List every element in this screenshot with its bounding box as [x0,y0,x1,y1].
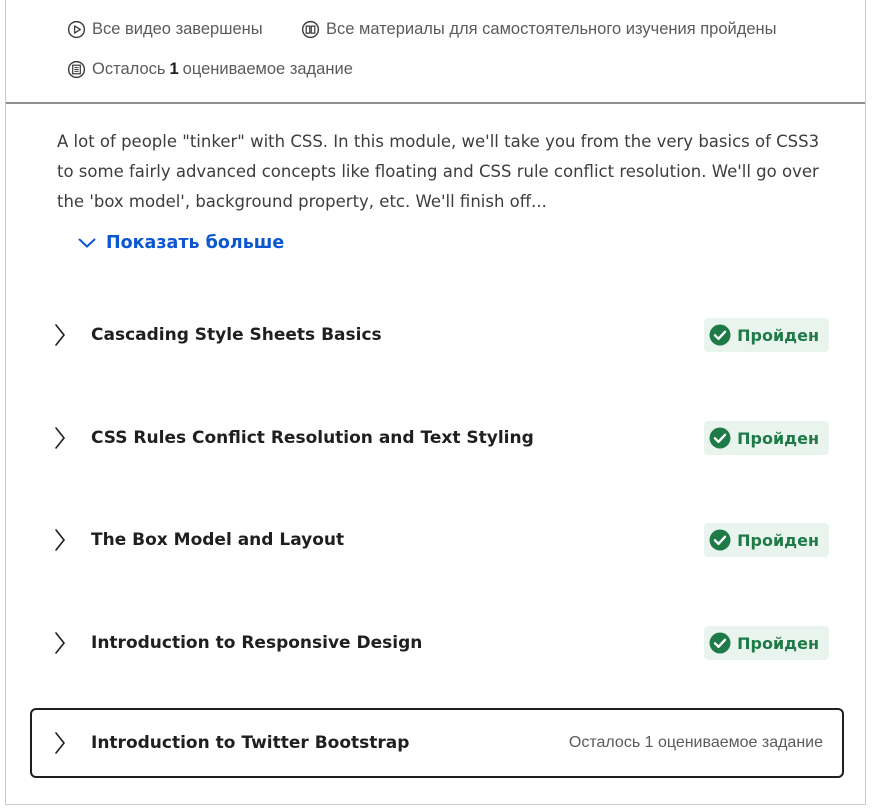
lesson-title: Cascading Style Sheets Basics [91,325,382,345]
completed-badge: Пройден [704,626,829,660]
play-circle-icon [67,20,86,39]
lesson-row[interactable]: The Box Model and Layout Пройден [30,505,844,575]
completed-label: Пройден [737,633,819,653]
chevron-right-icon [55,324,66,346]
show-more-label: Показать больше [106,233,285,253]
completed-label: Пройден [737,428,819,448]
check-circle-icon [709,529,731,551]
module-panel: Все видео завершены Все материалы для са… [5,0,866,805]
readings-status: Все материалы для самостоятельного изуче… [301,20,777,39]
assignment-icon [67,60,86,79]
chevron-right-icon [55,427,66,449]
show-more-button[interactable]: Показать больше [78,233,284,253]
lesson-title: The Box Model and Layout [91,530,345,550]
check-circle-icon [709,632,731,654]
module-summary: Все видео завершены Все материалы для са… [6,0,865,104]
lesson-title: CSS Rules Conflict Resolution and Text S… [91,428,534,448]
lesson-title: Introduction to Responsive Design [91,633,423,653]
completed-label: Пройден [737,530,819,550]
module-description: A lot of people "tinker" with CSS. In th… [57,132,820,211]
readings-status-text: Все материалы для самостоятельного изуче… [326,20,777,38]
graded-status: Осталось 1 оцениваемое задание [67,60,353,79]
lesson-row[interactable]: CSS Rules Conflict Resolution and Text S… [30,403,844,473]
graded-suffix: оцениваемое задание [182,60,353,78]
completed-badge: Пройден [704,421,829,455]
lesson-row-focused[interactable]: Introduction to Twitter Bootstrap Остало… [30,708,844,778]
book-icon [301,20,320,39]
completed-badge: Пройден [704,523,829,557]
videos-status: Все видео завершены [67,20,263,39]
check-circle-icon [709,427,731,449]
chevron-right-icon [55,732,66,754]
completed-label: Пройден [737,325,819,345]
chevron-right-icon [55,529,66,551]
graded-count: 1 [169,60,179,78]
chevron-right-icon [55,632,66,654]
videos-status-text: Все видео завершены [92,20,263,38]
remaining-assignments: Осталось 1 оцениваемое задание [568,734,823,751]
check-circle-icon [709,324,731,346]
lesson-row[interactable]: Cascading Style Sheets Basics Пройден [30,300,844,370]
lesson-row[interactable]: Introduction to Responsive Design Пройде… [30,608,844,678]
lesson-title: Introduction to Twitter Bootstrap [91,733,410,753]
chevron-down-icon [78,238,96,248]
completed-badge: Пройден [704,318,829,352]
graded-prefix: Осталось [92,60,166,78]
